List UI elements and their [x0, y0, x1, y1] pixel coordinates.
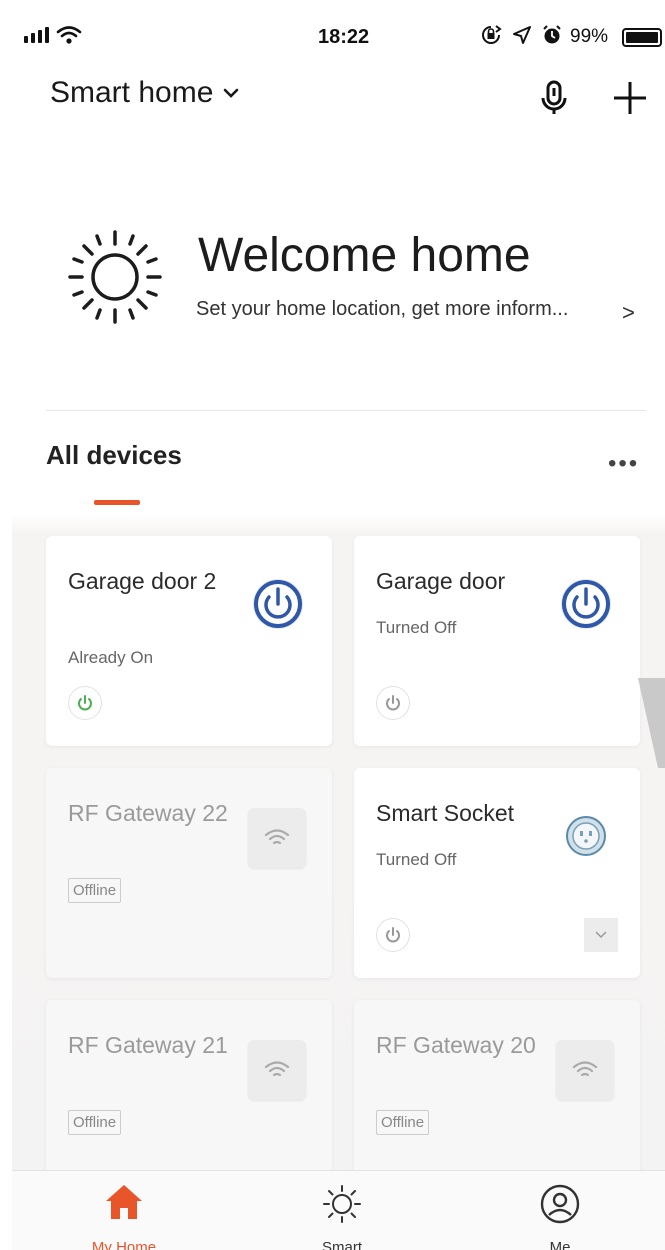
- device-name: Garage door 2: [68, 568, 217, 594]
- power-icon: [386, 695, 400, 711]
- microphone-icon: [541, 80, 567, 114]
- device-card-rf-gateway-22[interactable]: RF Gateway 22 Offline: [46, 768, 332, 978]
- wifi-icon: [56, 26, 82, 44]
- nav-me[interactable]: Me: [480, 1171, 640, 1250]
- power-toggle-button[interactable]: [376, 918, 410, 952]
- device-status: Turned Off: [376, 850, 457, 869]
- power-toggle-button[interactable]: [376, 686, 410, 720]
- device-name: RF Gateway 21: [68, 1032, 228, 1058]
- socket-icon: [558, 808, 614, 864]
- offline-badge: Offline: [68, 878, 122, 903]
- device-name: Smart Socket: [376, 800, 515, 826]
- wifi-icon: [556, 1040, 614, 1100]
- power-icon: [386, 927, 400, 943]
- nav-label: Me: [549, 1239, 571, 1250]
- welcome-banner[interactable]: Welcome home Set your home location, get…: [12, 204, 665, 364]
- home-title: Smart home: [50, 76, 214, 109]
- device-name: Garage door: [376, 568, 506, 594]
- location-icon: [513, 26, 531, 44]
- sun-icon: [68, 230, 162, 324]
- nav-smart[interactable]: Smart: [262, 1171, 422, 1250]
- device-status: Already On: [68, 648, 154, 667]
- rotation-lock-icon: [482, 25, 502, 44]
- device-name: RF Gateway 22: [68, 800, 228, 826]
- power-toggle-button[interactable]: [68, 686, 102, 720]
- tab-indicator: [94, 500, 140, 505]
- alarm-icon: [543, 25, 561, 44]
- offline-badge: Offline: [68, 1110, 122, 1135]
- battery-icon: [622, 28, 662, 47]
- sun-icon: [323, 1185, 361, 1223]
- nav-label: Smart: [321, 1239, 362, 1250]
- power-icon: [78, 695, 92, 711]
- plus-icon: [614, 82, 646, 114]
- device-card-smart-socket[interactable]: Smart Socket Turned Off: [354, 768, 640, 978]
- home-icon: [106, 1185, 142, 1219]
- device-status: Turned Off: [376, 618, 457, 637]
- welcome-title: Welcome home: [198, 229, 531, 282]
- voice-button[interactable]: [534, 76, 574, 120]
- nav-label: My Home: [91, 1239, 157, 1250]
- offline-badge: Offline: [376, 1110, 430, 1135]
- more-options-button[interactable]: •••: [608, 450, 639, 478]
- signal-icon: [24, 27, 49, 43]
- add-device-button[interactable]: [610, 78, 650, 118]
- welcome-subtitle: Set your home location, get more inform.…: [196, 298, 569, 320]
- tab-all-devices[interactable]: All devices: [46, 440, 182, 471]
- device-card-garage-door-2[interactable]: Garage door 2 Already On: [46, 536, 332, 746]
- device-power-icon: [558, 576, 614, 632]
- wifi-icon: [248, 808, 306, 868]
- edge-shadow: [638, 678, 665, 768]
- chevron-right-icon: >: [622, 300, 635, 325]
- chevron-down-icon: [224, 88, 239, 98]
- status-time: 18:22: [318, 26, 370, 48]
- status-icons: [480, 24, 562, 46]
- home-selector[interactable]: Smart home: [50, 76, 239, 110]
- app-screen: 18:22 99% Smart home Welcome home Set yo…: [12, 14, 665, 1250]
- divider: [46, 410, 646, 411]
- device-name: RF Gateway 20: [376, 1032, 536, 1058]
- battery-percent: 99%: [570, 26, 609, 47]
- user-icon: [540, 1184, 580, 1224]
- device-card-garage-door[interactable]: Garage door Turned Off: [354, 536, 640, 746]
- bottom-nav: My Home Smart Me: [12, 1170, 665, 1250]
- nav-my-home[interactable]: My Home: [44, 1171, 204, 1250]
- expand-button[interactable]: [584, 918, 618, 952]
- device-power-icon: [250, 576, 306, 632]
- wifi-icon: [248, 1040, 306, 1100]
- chevron-down-icon: [595, 931, 607, 939]
- status-bar: 18:22 99%: [12, 14, 665, 60]
